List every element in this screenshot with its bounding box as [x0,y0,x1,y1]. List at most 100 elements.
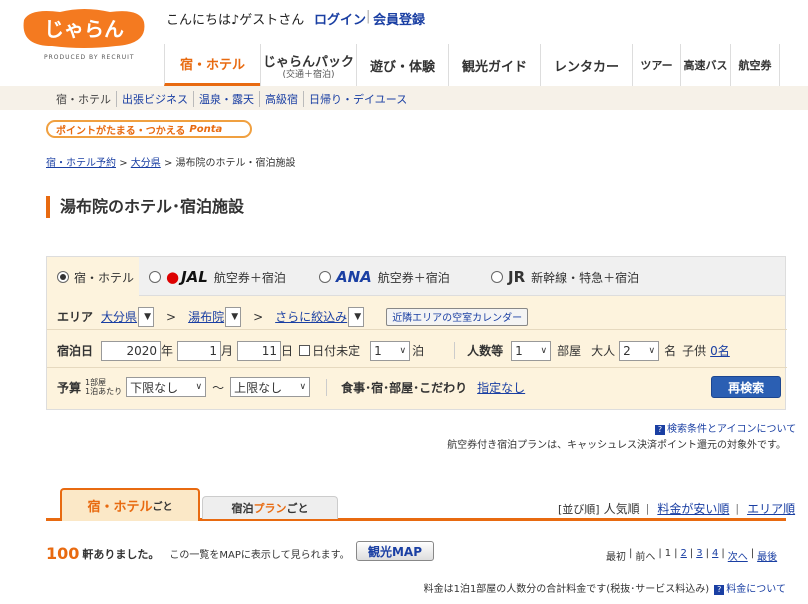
tab-by-plan[interactable]: 宿泊 プラン ごと [202,496,338,519]
chevron-down-icon: ∨ [299,382,307,392]
jr-logo: JR [508,268,526,286]
search-tabs: 宿・ホテル ● JAL 航空券＋宿泊 ANA 航空券＋宿泊 JR 新幹線・特急＋… [46,256,786,297]
radio-icon [491,271,503,283]
result-count: 100 軒ありました。 この一覧をMAPに表示して見られます。 [46,544,350,563]
sort-popular: 人気順 [603,502,640,516]
pager: 最初 | 前へ | 1 | 2 | 3 | 4 | 次へ | 最後 [606,548,778,563]
radio-icon [149,271,161,283]
pager-page[interactable]: 2 [681,548,687,563]
price-note: 料金は1泊1部屋の人数分の合計料金です(税抜･サービス料込み) ? 料金について [423,584,786,595]
main-nav: 宿・ホテル じゃらんパック (交通＋宿泊) 遊び・体験 観光ガイド レンタカー ツ… [164,44,780,86]
area-city-select[interactable]: ▼ [225,306,242,327]
conditions-link[interactable]: 指定なし [477,379,525,396]
ponta-logo: Ponta [189,123,223,135]
logo-sub: PRODUCED BY RECRUIT [44,54,135,61]
breadcrumb: 宿・ホテル予約 > 大分県 > 湯布院のホテル・宿泊施設 [46,158,296,169]
price-note-link[interactable]: 料金について [726,584,786,595]
greeting: こんにちは♪ゲストさん [166,13,305,28]
subnav-item[interactable]: 日帰り・デイユース [303,91,412,107]
area-pref-value[interactable]: 大分県 [101,308,137,325]
jalan-logo[interactable]: じゃらん [20,6,148,50]
sort-area[interactable]: エリア順 [747,500,795,517]
radio-icon [57,271,69,283]
breadcrumb-current: 湯布院のホテル・宿泊施設 [175,158,296,169]
help-icon: ? [655,425,665,435]
ana-logo: ANA [336,268,372,286]
year-input[interactable]: 2020 [101,340,162,361]
area-row: エリア 大分県 ▼ > 湯布院 ▼ > さらに絞込み ▼ 近隣エリアの空室カレン… [47,304,787,330]
date-row: 宿泊日 2020 年 1 月 11 日 日付未定 1 ∨ 泊 人数等 1 ∨ 部屋 … [47,334,787,368]
subnav-item[interactable]: 宿・ホテル [56,91,116,107]
tab-by-hotel[interactable]: 宿・ホテル ごと [60,488,200,521]
area-city-value[interactable]: 湯布院 [188,308,224,325]
breadcrumb-home[interactable]: 宿・ホテル予約 [46,158,116,169]
chevron-down-icon: ∨ [195,382,203,392]
people-label: 人数等 [454,342,503,359]
chevron-down-icon: ∨ [648,345,656,356]
pager-next[interactable]: 次へ [728,548,748,563]
pager-prev: 前へ [635,552,656,563]
pager-page[interactable]: 3 [696,548,702,563]
pager-page[interactable]: 4 [712,548,718,563]
nav-guide[interactable]: 観光ガイド [448,44,540,86]
date-label: 宿泊日 [57,344,94,358]
sort-cheap[interactable]: 料金が安い順 [657,500,729,517]
rooms-select[interactable]: 1 ∨ [511,340,552,361]
subnav-item[interactable]: 温泉・露天 [193,91,259,107]
nav-air[interactable]: 航空券 [730,44,780,86]
notice-text: 航空券付き宿泊プランは、キャッシュレス決済ポイント還元の対象外です。 [447,440,786,451]
day-input[interactable]: 11 [237,340,282,361]
area-label: エリア [57,310,94,324]
calendar-button[interactable]: 近隣エリアの空室カレンダー [386,307,529,326]
tab-ana[interactable]: ANA 航空券＋宿泊 [319,257,450,297]
page-title: 湯布院のホテル･宿泊施設 [46,196,244,218]
sort-options: [並び順] 人気順 | 料金が安い順 | エリア順 [558,500,796,517]
area-more-select[interactable]: ▼ [348,306,365,327]
chevron-down-icon: ▼ [354,311,362,322]
ponta-banner[interactable]: ポイントがたまる・つかえる Ponta [46,120,252,138]
budget-label: 予算 [57,380,82,395]
nav-rentacar[interactable]: レンタカー [540,44,632,86]
conditions-label: 食事･宿･部屋･こだわり [326,378,467,396]
nav-pack[interactable]: じゃらんパック (交通＋宿泊) [260,44,356,86]
jal-logo: JAL [181,268,208,286]
subnav-item[interactable]: 高級宿 [259,91,303,107]
login-link[interactable]: ログイン [314,9,366,28]
nav-hotel[interactable]: 宿・ホテル [164,44,260,86]
radio-icon [319,271,331,283]
count-number: 100 [46,544,80,563]
research-button[interactable]: 再検索 [711,376,782,398]
tab-jr[interactable]: JR 新幹線・特急＋宿泊 [491,257,639,297]
subnav: 宿・ホテル 出張ビジネス 温泉・露天 高級宿 日帰り・デイユース [56,91,412,107]
pager-page: 1 [664,548,672,559]
budget-row: 予算 1部屋 1泊あたり 下限なし ∨ 〜 上限なし ∨ 食事･宿･部屋･こだわり … [47,372,787,402]
subnav-item[interactable]: 出張ビジネス [116,91,193,107]
nav-activity[interactable]: 遊び・体験 [356,44,448,86]
nav-tour[interactable]: ツアー [632,44,680,86]
header-separator: | [366,9,371,24]
chevron-down-icon: ∨ [399,345,407,356]
help-link[interactable]: ? 検索条件とアイコンについて [655,420,796,435]
search-form: エリア 大分県 ▼ > 湯布院 ▼ > さらに絞込み ▼ 近隣エリアの空室カレン… [46,296,787,410]
map-button[interactable]: 観光MAP [356,541,434,561]
help-icon: ? [714,585,725,595]
tab-jal[interactable]: ● JAL 航空券＋宿泊 [149,257,286,297]
tab-hotel[interactable]: 宿・ホテル [47,257,139,297]
budget-min-select[interactable]: 下限なし ∨ [126,377,207,397]
adults-select[interactable]: 2 ∨ [619,340,660,361]
area-more-value[interactable]: さらに絞込み [275,308,347,325]
month-input[interactable]: 1 [177,340,222,361]
register-link[interactable]: 会員登録 [373,9,425,28]
logo-text: じゃらん [44,17,124,41]
chevron-down-icon: ∨ [540,345,548,356]
children-link[interactable]: 0名 [710,342,730,359]
pager-last[interactable]: 最後 [757,548,777,563]
jal-crane-icon: ● [166,268,180,286]
breadcrumb-pref[interactable]: 大分県 [131,158,161,169]
budget-max-select[interactable]: 上限なし ∨ [230,377,311,397]
nights-select[interactable]: 1 ∨ [370,340,411,361]
area-pref-select[interactable]: ▼ [138,306,155,327]
nav-bus[interactable]: 高速バス [680,44,730,86]
pager-first: 最初 [606,552,626,563]
undecided-checkbox[interactable] [299,345,311,356]
